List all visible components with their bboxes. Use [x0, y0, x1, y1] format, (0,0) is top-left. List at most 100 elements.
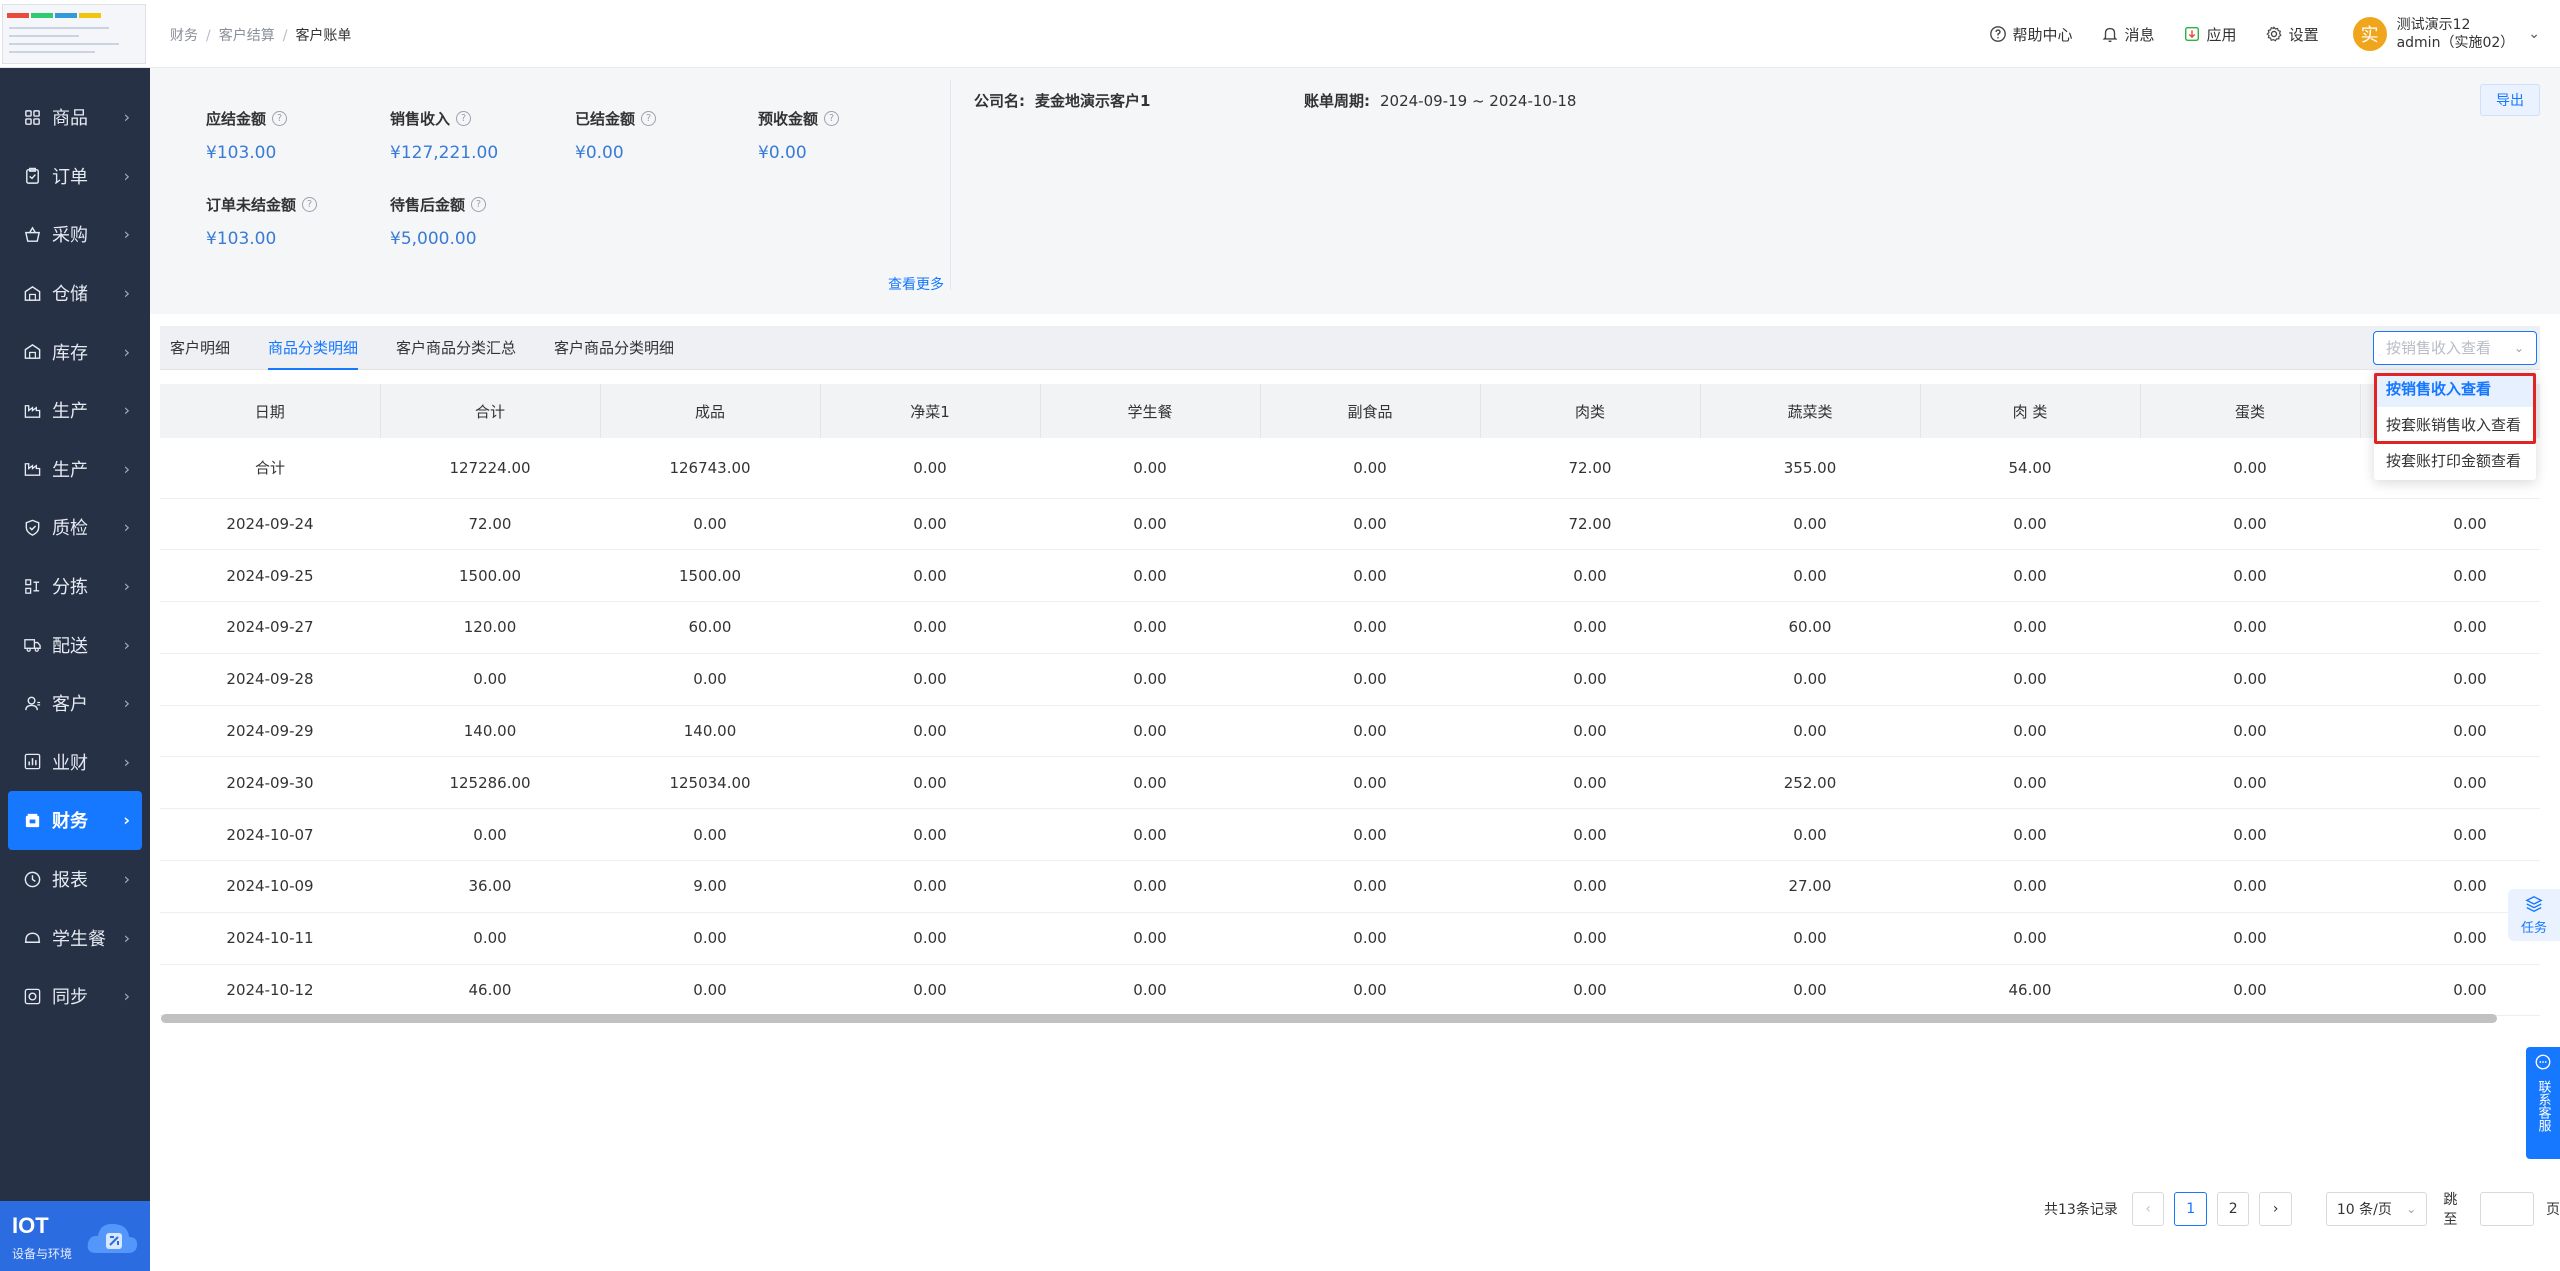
iot-title: IOT [12, 1213, 49, 1238]
help-center-link[interactable]: 帮助中心 [1989, 24, 2073, 45]
table-row[interactable]: 2024-09-29 140.00 140.00 0.00 0.00 0.00 0.00 0.… [160, 705, 2540, 758]
logo-area[interactable] [0, 0, 150, 68]
category-table[interactable]: 日期 合计 成品 净菜1 学生餐 副食品 肉类 蔬菜类肉 类蛋类 合计 127224.00 126… [160, 384, 2540, 1022]
settings-link[interactable]: 设置 [2265, 24, 2319, 45]
sidebar-item-6[interactable]: 生产 › [0, 440, 150, 499]
table-cell: 0.00 [2140, 964, 2360, 1017]
bar-chart-icon [22, 752, 42, 772]
question-circle-icon[interactable]: ? [456, 111, 472, 126]
chevron-down-icon: ⌄ [2528, 26, 2540, 42]
page-size-select[interactable]: 10 条/页 ⌄ [2325, 1192, 2428, 1226]
column-header: 净菜1 [820, 384, 1041, 438]
column-header: 副食品 [1260, 384, 1481, 438]
table-cell: 0.00 [600, 808, 820, 862]
table-cell: 0.00 [820, 808, 1040, 862]
table-cell: 0.00 [2140, 438, 2360, 499]
table-row[interactable]: 2024-09-27 120.00 60.00 0.00 0.00 0.00 0.00 60.… [160, 601, 2540, 654]
breadcrumb-item[interactable]: 财务 [170, 28, 198, 44]
sidebar-item-8[interactable]: 分拣 › [0, 557, 150, 616]
table-row[interactable]: 2024-09-28 0.00 0.00 0.00 0.00 0.00 0.00 0.00 0.… [160, 653, 2540, 706]
table-row[interactable]: 2024-10-12 46.00 0.00 0.00 0.00 0.00 0.00 0.00 4… [160, 964, 2540, 1017]
sidebar-item-10[interactable]: 客户 › [0, 674, 150, 733]
table-cell: 0.00 [1920, 601, 2140, 654]
tab-bar: 客户明细 商品分类明细 客户商品分类汇总 客户商品分类明细 [160, 326, 2540, 370]
table-cell: 0.00 [820, 860, 1040, 913]
dropdown-option[interactable]: 按套账销售收入查看 [2374, 407, 2536, 443]
sidebar-item-15[interactable]: 同步 › [0, 967, 150, 1026]
tab-customer-category-detail[interactable]: 客户商品分类明细 [554, 326, 674, 370]
sidebar-item-7[interactable]: 质检 › [0, 498, 150, 557]
table-row[interactable]: 2024-10-09 36.00 9.00 0.00 0.00 0.00 0.00 27.00… [160, 860, 2540, 913]
sidebar-item-11[interactable]: 业财 › [0, 733, 150, 792]
table-row[interactable]: 2024-09-24 72.00 0.00 0.00 0.00 0.00 72.00 0.00… [160, 498, 2540, 551]
table-cell: 0.00 [2360, 653, 2540, 706]
user-account: admin（实施02） [2396, 35, 2515, 51]
dropdown-option[interactable]: 按销售收入查看 [2374, 371, 2536, 407]
table-cell: 合计 [160, 438, 380, 499]
table-cell: 0.00 [820, 653, 1040, 706]
view-more-link[interactable]: 查看更多 [888, 274, 944, 294]
sidebar-item-9[interactable]: 配送 › [0, 615, 150, 674]
question-circle-icon[interactable]: ? [824, 111, 840, 126]
table-cell: 2024-10-09 [160, 860, 380, 913]
tab-customer-detail[interactable]: 客户明细 [170, 326, 230, 370]
sidebar-item-13[interactable]: 报表 › [0, 850, 150, 909]
next-page-button[interactable]: › [2259, 1192, 2292, 1226]
table-cell: 0.00 [820, 912, 1040, 965]
sidebar-item-2[interactable]: 采购 › [0, 205, 150, 264]
jump-page-input[interactable] [2480, 1192, 2535, 1226]
table-row[interactable]: 2024-09-25 1500.00 1500.00 0.00 0.00 0.00 0.00… [160, 549, 2540, 603]
table-row[interactable]: 2024-10-11 0.00 0.00 0.00 0.00 0.00 0.00 0.00 0.… [160, 912, 2540, 965]
page-suffix: 页 [2546, 1202, 2560, 1218]
sidebar-item-1[interactable]: 订单 › [0, 147, 150, 206]
table-row[interactable]: 2024-10-07 0.00 0.00 0.00 0.00 0.00 0.00 0.00 0.… [160, 808, 2540, 862]
question-circle-icon[interactable]: ? [272, 111, 288, 126]
stat-label: 预收金额 [758, 110, 819, 128]
page-button-2[interactable]: 2 [2216, 1192, 2250, 1226]
page-size-value: 10 条/页 [2336, 1202, 2392, 1218]
sidebar-item-4[interactable]: 库存 › [0, 322, 150, 381]
sidebar-item-3[interactable]: 仓储 › [0, 264, 150, 323]
table-cell: 0.00 [1260, 756, 1480, 810]
sidebar-item-14[interactable]: 学生餐 › [0, 908, 150, 967]
apps-link[interactable]: 应用 [2183, 24, 2237, 45]
cloud-icon [87, 1223, 138, 1253]
question-circle-icon[interactable]: ? [471, 197, 487, 212]
prev-page-button[interactable]: ‹ [2132, 1192, 2165, 1226]
contact-support-widget[interactable]: 联系客服 [2526, 1047, 2560, 1159]
table-header-row: 日期 合计 成品 净菜1 学生餐 副食品 肉类 蔬菜类肉 类蛋类 [160, 384, 2540, 438]
tab-category-detail[interactable]: 商品分类明细 [268, 326, 359, 370]
sidebar-item-0[interactable]: 商品 › [0, 88, 150, 147]
apps-label: 应用 [2206, 25, 2237, 44]
table-cell: 0.00 [600, 912, 820, 965]
table-cell: 0.00 [1700, 498, 1920, 551]
sidebar-item-label: 同步 [52, 987, 88, 1009]
horizontal-scrollbar[interactable] [161, 1014, 2497, 1023]
table-cell: 0.00 [1040, 653, 1260, 706]
task-widget[interactable]: 任务 [2508, 889, 2560, 941]
table-row[interactable]: 合计 127224.00 126743.00 0.00 0.00 0.00 72.00 355… [160, 438, 2540, 499]
export-button[interactable]: 导出 [2480, 84, 2540, 116]
breadcrumb-item[interactable]: 客户结算 [219, 28, 275, 44]
chevron-right-icon: › [123, 693, 130, 713]
table-row[interactable]: 2024-09-30 125286.00 125034.00 0.00 0.00 0.00… [160, 756, 2540, 810]
dropdown-option[interactable]: 按套账打印金额查看 [2374, 443, 2536, 479]
sidebar-item-12[interactable]: 财务 › [8, 791, 142, 850]
question-circle-icon[interactable]: ? [302, 197, 318, 212]
page-button-1[interactable]: 1 [2174, 1192, 2207, 1226]
chevron-right-icon: › [123, 576, 130, 596]
sidebar-item-label: 质检 [52, 518, 88, 540]
iot-panel[interactable]: IOT 设备与环境 [0, 1201, 150, 1271]
table-cell: 0.00 [1920, 549, 2140, 603]
message-link[interactable]: 消息 [2101, 24, 2155, 45]
stat-after-sales: 待售后金额? ¥5,000.00 [390, 194, 487, 249]
view-mode-select[interactable]: 按销售收入查看 ⌄ [2373, 331, 2537, 365]
table-cell: 0.00 [1040, 498, 1260, 551]
tab-customer-category-summary[interactable]: 客户商品分类汇总 [396, 326, 516, 370]
clipboard-icon [22, 166, 42, 186]
user-icon [22, 693, 42, 713]
sidebar-item-5[interactable]: 生产 › [0, 381, 150, 440]
user-menu[interactable]: 实 测试演示12 admin（实施02） ⌄ [2352, 16, 2540, 52]
jump-label: 跳至 [2443, 1192, 2458, 1228]
question-circle-icon[interactable]: ? [641, 111, 657, 126]
